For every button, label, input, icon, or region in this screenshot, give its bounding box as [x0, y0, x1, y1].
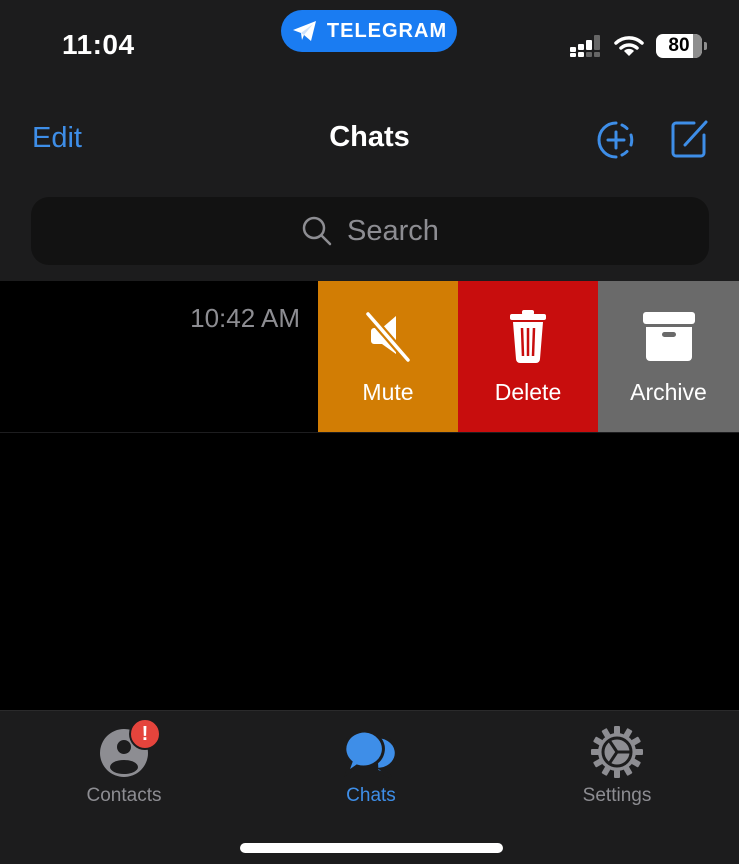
- archive-action-button[interactable]: Archive: [598, 281, 739, 432]
- search-input[interactable]: Search: [31, 197, 709, 265]
- battery-cap: [704, 42, 707, 50]
- mute-label: Mute: [362, 379, 414, 405]
- tab-contacts-label: Contacts: [86, 785, 162, 806]
- wifi-icon: [614, 36, 644, 56]
- delete-action-button[interactable]: Delete: [458, 281, 598, 432]
- telegram-return-pill[interactable]: TELEGRAM: [281, 10, 457, 52]
- chat-timestamp: 10:42 AM: [190, 303, 300, 333]
- contacts-alert-badge: !: [129, 718, 161, 750]
- telegram-plane-icon: [292, 21, 316, 41]
- new-story-button[interactable]: [596, 120, 636, 160]
- chat-bubbles-icon: [343, 729, 398, 779]
- search-icon: [302, 216, 332, 246]
- tab-settings-label: Settings: [582, 785, 652, 806]
- archive-box-icon: [642, 312, 695, 361]
- tab-contacts[interactable]: ! Contacts: [44, 718, 204, 807]
- archive-label: Archive: [630, 379, 707, 405]
- tab-chats[interactable]: Chats: [291, 721, 451, 807]
- compose-icon: [671, 120, 708, 158]
- delete-label: Delete: [494, 379, 562, 405]
- search-placeholder: Search: [347, 214, 439, 247]
- gear-icon: [591, 726, 643, 778]
- tab-bar: ! Contacts Chats Settings: [0, 710, 739, 864]
- app-pill-label: TELEGRAM: [326, 19, 448, 42]
- add-story-icon: [597, 121, 634, 159]
- battery-indicator: 80: [656, 34, 702, 58]
- battery-percent: 80: [668, 35, 690, 56]
- row-divider: [0, 432, 739, 433]
- mute-action-button[interactable]: Mute: [318, 281, 458, 432]
- tab-settings[interactable]: Settings: [537, 721, 697, 807]
- cellular-signal-icon: [570, 35, 600, 57]
- chat-list-item[interactable]: 10:42 AM Mute Delete Archive: [0, 281, 739, 432]
- trash-icon: [510, 310, 546, 363]
- home-indicator[interactable]: [240, 843, 503, 853]
- tab-chats-label: Chats: [346, 785, 396, 806]
- status-time: 11:04: [62, 29, 135, 60]
- speaker-mute-icon: [364, 310, 412, 364]
- battery-empty-portion: [693, 34, 702, 58]
- compose-button[interactable]: [668, 117, 710, 159]
- status-indicators: 80: [570, 34, 707, 58]
